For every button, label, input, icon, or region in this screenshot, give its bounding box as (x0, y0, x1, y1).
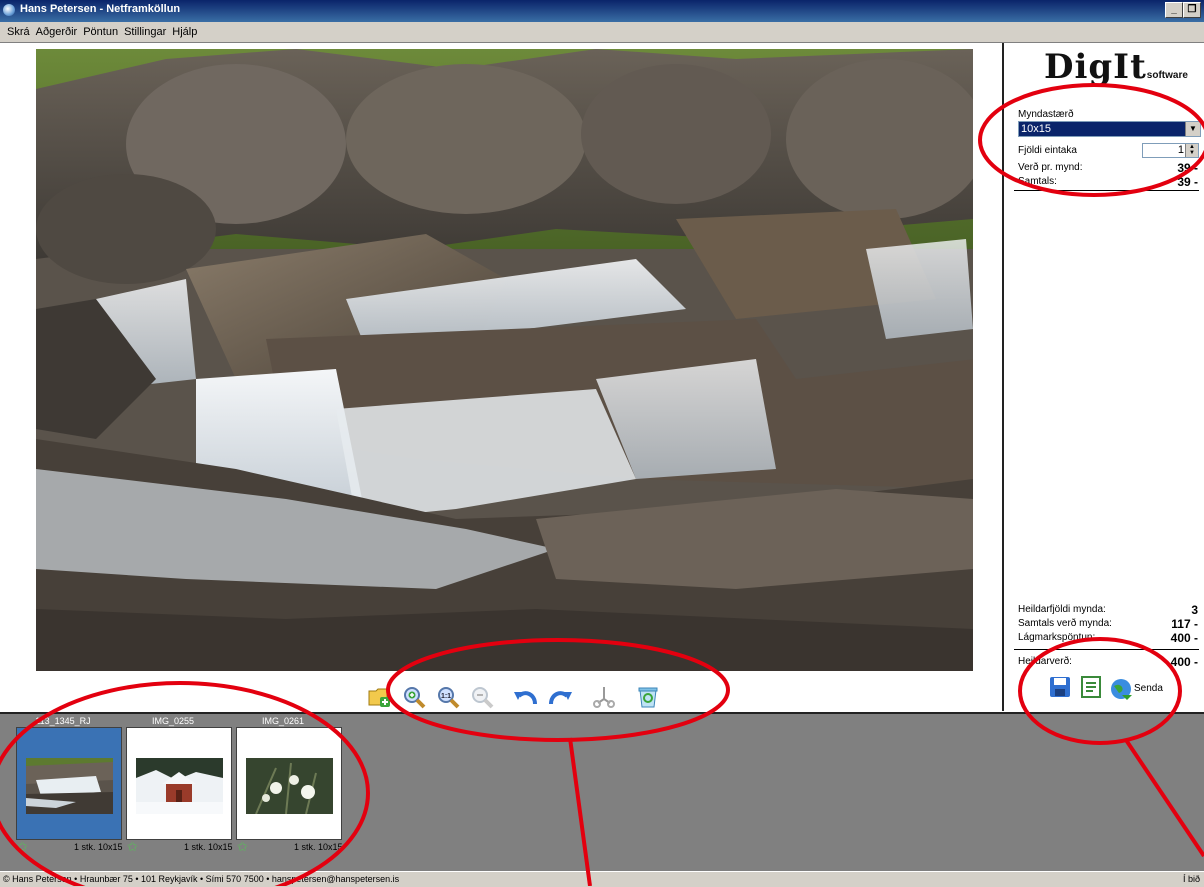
count-value: 3 (1191, 603, 1198, 617)
total-label: Samtals: (1018, 176, 1057, 187)
divider (1014, 649, 1199, 650)
photos-total-label: Samtals verð mynda: (1018, 618, 1112, 629)
preview-area: 1:1 (0, 43, 1004, 711)
thumbnail[interactable] (126, 727, 232, 840)
menu-bar: Skrá Aðgerðir Pöntun Stillingar Hjálp (0, 22, 1204, 43)
star-icon[interactable]: ✩ (127, 840, 138, 853)
thumbnail-info: 1 stk. 10x15 (184, 842, 233, 852)
order-panel: DigItsoftware Myndastærð 10x15 ▼ Fjöldi … (1004, 43, 1204, 711)
copies-value: 1 (1177, 144, 1184, 156)
crop-scissors-icon[interactable] (590, 683, 618, 711)
status-state: Í bið (1182, 874, 1200, 884)
add-folder-icon[interactable] (366, 683, 394, 711)
menu-order[interactable]: Pöntun (80, 22, 121, 38)
rotate-left-icon[interactable] (512, 683, 540, 711)
zoom-in-icon[interactable] (400, 683, 428, 711)
star-icon[interactable]: ✩ (237, 840, 248, 853)
minimum-value: 400 - (1170, 631, 1198, 645)
status-text: © Hans Petersen • Hraunbær 75 • 101 Reyk… (3, 874, 400, 884)
thumbnail-name: IMG_0261 (261, 716, 305, 726)
total-value: 39 - (1177, 175, 1198, 189)
thumbnail-image (26, 758, 113, 814)
order-actions: Senda (1048, 675, 1163, 702)
price-per-label: Verð pr. mynd: (1018, 162, 1083, 173)
restore-button[interactable]: ❐ (1183, 2, 1201, 18)
copies-label: Fjöldi eintaka (1018, 145, 1077, 156)
digit-logo: DigItsoftware (1044, 47, 1188, 87)
menu-file[interactable]: Skrá (4, 22, 33, 38)
order-list-icon[interactable] (1080, 675, 1102, 702)
window-title: Hans Petersen - Netframköllun (20, 3, 181, 15)
save-icon[interactable] (1048, 675, 1072, 702)
menu-actions[interactable]: Aðgerðir (33, 22, 81, 38)
chevron-down-icon[interactable]: ▼ (1185, 122, 1200, 136)
window-controls: _ ❐ (1165, 2, 1201, 18)
thumbnail-name: IMG_0255 (151, 716, 195, 726)
thumbnail-strip: 113_1345_RJ ✩ 1 stk. 10x15 IMG_0255 ✩ 1 … (0, 712, 1204, 871)
count-label: Heildarfjöldi mynda: (1018, 604, 1106, 615)
size-label: Myndastærð (1018, 109, 1074, 120)
thumbnail[interactable] (236, 727, 342, 840)
price-per-value: 39 - (1177, 161, 1198, 175)
app-icon (3, 4, 15, 16)
preview-photo[interactable] (36, 49, 973, 671)
rotate-right-icon[interactable] (546, 683, 574, 711)
minimum-label: Lágmarkspöntun: (1018, 632, 1096, 643)
thumbnail[interactable] (16, 727, 122, 840)
zoom-out-icon[interactable] (468, 683, 496, 711)
grand-total-label: Heildarverð: (1018, 656, 1072, 667)
image-toolbar: 1:1 (366, 680, 662, 714)
spin-arrows-icon[interactable]: ▲ ▼ (1185, 144, 1198, 157)
thumbnail-name: 113_1345_RJ (35, 716, 91, 726)
grand-total-value: 400 - (1170, 655, 1198, 669)
zoom-actual-icon[interactable]: 1:1 (434, 683, 462, 711)
send-label: Senda (1134, 683, 1163, 694)
divider (1014, 190, 1199, 191)
star-icon[interactable]: ✩ (17, 840, 28, 853)
copies-stepper[interactable]: 1 ▲ ▼ (1142, 143, 1199, 158)
logo-name: DigIt (1044, 47, 1147, 87)
thumbnail-image (246, 758, 333, 814)
size-select[interactable]: 10x15 ▼ (1018, 121, 1201, 137)
send-button[interactable]: Senda (1110, 677, 1163, 701)
logo-suffix: software (1146, 70, 1188, 81)
photos-total-value: 117 - (1171, 617, 1198, 631)
recycle-bin-icon[interactable] (634, 683, 662, 711)
size-select-value: 10x15 (1021, 123, 1051, 135)
svg-text:1:1: 1:1 (441, 693, 451, 700)
globe-send-icon (1111, 678, 1132, 700)
thumbnail-info: 1 stk. 10x15 (294, 842, 343, 852)
menu-help[interactable]: Hjálp (169, 22, 200, 38)
thumbnail-image (136, 758, 223, 814)
menu-settings[interactable]: Stillingar (121, 22, 169, 38)
thumbnail-info: 1 stk. 10x15 (74, 842, 123, 852)
minimize-button[interactable]: _ (1165, 2, 1183, 18)
title-bar: Hans Petersen - Netframköllun _ ❐ (0, 0, 1204, 22)
status-bar: © Hans Petersen • Hraunbær 75 • 101 Reyk… (0, 871, 1204, 887)
